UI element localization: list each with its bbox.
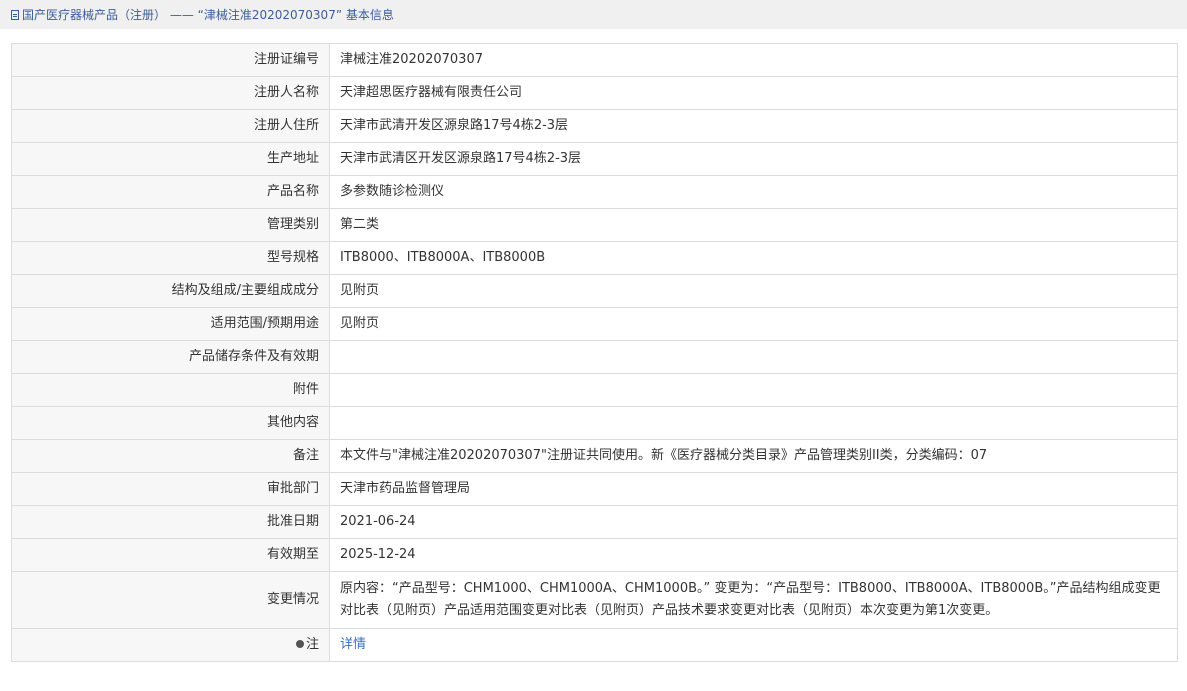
row-label: 注册人名称 [11, 76, 330, 110]
row-value: 天津市武清开发区源泉路17号4栋2-3层 [329, 109, 1178, 143]
row-value: 2021-06-24 [329, 505, 1178, 539]
row-value: 津械注准20202070307 [329, 43, 1178, 77]
table-row-note: 注 详情 [11, 628, 1178, 662]
info-table: 注册证编号 津械注准20202070307 注册人名称 天津超思医疗器械有限责任… [11, 43, 1178, 662]
table-row: 备注 本文件与"津械注准20202070307"注册证共同使用。新《医疗器械分类… [11, 439, 1178, 473]
row-value: 第二类 [329, 208, 1178, 242]
row-value: 2025-12-24 [329, 538, 1178, 572]
row-label: 产品储存条件及有效期 [11, 340, 330, 374]
row-label: 审批部门 [11, 472, 330, 506]
row-value: ITB8000、ITB8000A、ITB8000B [329, 241, 1178, 275]
row-value: 本文件与"津械注准20202070307"注册证共同使用。新《医疗器械分类目录》… [329, 439, 1178, 473]
row-label: 备注 [11, 439, 330, 473]
table-row: 审批部门 天津市药品监督管理局 [11, 472, 1178, 506]
table-row: 附件 [11, 373, 1178, 407]
table-row: 适用范围/预期用途 见附页 [11, 307, 1178, 341]
table-row: 产品名称 多参数随诊检测仪 [11, 175, 1178, 209]
breadcrumb-bar: 国产医疗器械产品（注册） —— “津械注准20202070307” 基本信息 [0, 0, 1187, 29]
note-label: 注 [305, 637, 319, 652]
row-value: 多参数随诊检测仪 [329, 175, 1178, 209]
row-value [329, 406, 1178, 440]
bulb-icon [295, 640, 304, 648]
table-row: 产品储存条件及有效期 [11, 340, 1178, 374]
row-value: 天津超思医疗器械有限责任公司 [329, 76, 1178, 110]
row-label: 附件 [11, 373, 330, 407]
note-label-cell: 注 [11, 628, 330, 662]
table-row: 注册证编号 津械注准20202070307 [11, 43, 1178, 77]
table-row: 批准日期 2021-06-24 [11, 505, 1178, 539]
row-label: 产品名称 [11, 175, 330, 209]
row-value: 天津市武清区开发区源泉路17号4栋2-3层 [329, 142, 1178, 176]
row-label: 适用范围/预期用途 [11, 307, 330, 341]
row-value: 见附页 [329, 274, 1178, 308]
row-label: 批准日期 [11, 505, 330, 539]
row-label: 变更情况 [11, 571, 330, 629]
table-row: 生产地址 天津市武清区开发区源泉路17号4栋2-3层 [11, 142, 1178, 176]
table-row: 型号规格 ITB8000、ITB8000A、ITB8000B [11, 241, 1178, 275]
row-label: 注册证编号 [11, 43, 330, 77]
row-label: 注册人住所 [11, 109, 330, 143]
table-row: 变更情况 原内容：“产品型号：CHM1000、CHM1000A、CHM1000B… [11, 571, 1178, 629]
table-row: 管理类别 第二类 [11, 208, 1178, 242]
table-row: 其他内容 [11, 406, 1178, 440]
info-table-container: 注册证编号 津械注准20202070307 注册人名称 天津超思医疗器械有限责任… [0, 29, 1187, 662]
row-label: 生产地址 [11, 142, 330, 176]
table-row: 注册人名称 天津超思医疗器械有限责任公司 [11, 76, 1178, 110]
row-value: 天津市药品监督管理局 [329, 472, 1178, 506]
row-label: 有效期至 [11, 538, 330, 572]
table-row: 有效期至 2025-12-24 [11, 538, 1178, 572]
row-label: 管理类别 [11, 208, 330, 242]
document-icon [11, 9, 19, 20]
table-row: 结构及组成/主要组成成分 见附页 [11, 274, 1178, 308]
note-value-cell: 详情 [329, 628, 1178, 662]
breadcrumb: 国产医疗器械产品（注册） —— “津械注准20202070307” 基本信息 [22, 8, 394, 22]
details-link[interactable]: 详情 [340, 637, 366, 652]
row-label: 结构及组成/主要组成成分 [11, 274, 330, 308]
table-row: 注册人住所 天津市武清开发区源泉路17号4栋2-3层 [11, 109, 1178, 143]
row-label: 其他内容 [11, 406, 330, 440]
row-value: 见附页 [329, 307, 1178, 341]
row-value: 原内容：“产品型号：CHM1000、CHM1000A、CHM1000B。” 变更… [329, 571, 1178, 629]
row-value [329, 373, 1178, 407]
row-label: 型号规格 [11, 241, 330, 275]
row-value [329, 340, 1178, 374]
